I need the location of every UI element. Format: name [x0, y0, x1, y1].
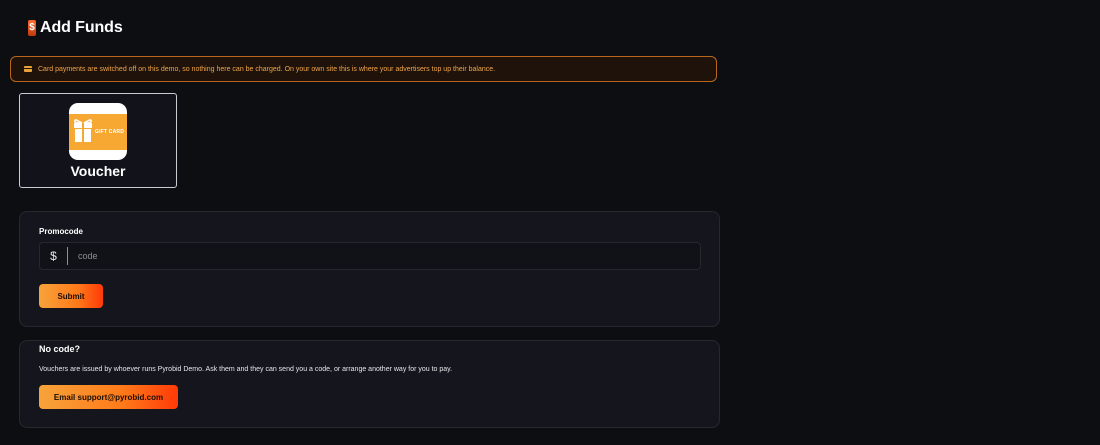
dollar-icon: $ [40, 247, 68, 265]
add-funds-page: $ Add Funds Card payments are switched o… [0, 0, 1100, 445]
promocode-input-group: $ [39, 242, 701, 270]
demo-notice-banner: Card payments are switched off on this d… [10, 56, 717, 82]
promocode-panel: Promocode $ Submit [19, 211, 720, 327]
gift-card-text: GIFT CARD [95, 129, 125, 135]
promocode-input[interactable] [68, 243, 700, 269]
gift-card-icon: GIFT CARD [69, 103, 127, 160]
no-code-panel: No code? Vouchers are issued by whoever … [19, 340, 720, 428]
page-header: $ Add Funds [28, 19, 123, 37]
gift-box-icon [73, 119, 93, 142]
notice-text: Card payments are switched off on this d… [38, 65, 496, 73]
submit-button[interactable]: Submit [39, 284, 103, 308]
payment-method-label: Voucher [70, 163, 126, 179]
no-code-description: Vouchers are issued by whoever runs Pyro… [39, 366, 453, 373]
promocode-label: Promocode [39, 227, 84, 236]
email-support-button[interactable]: Email support@pyrobid.com [39, 385, 178, 409]
no-code-title: No code? [39, 344, 81, 354]
credit-card-icon [24, 66, 32, 72]
page-title: Add Funds [40, 19, 123, 36]
dollar-banknote-icon: $ [28, 20, 36, 36]
payment-method-voucher[interactable]: GIFT CARD Voucher [19, 93, 177, 188]
